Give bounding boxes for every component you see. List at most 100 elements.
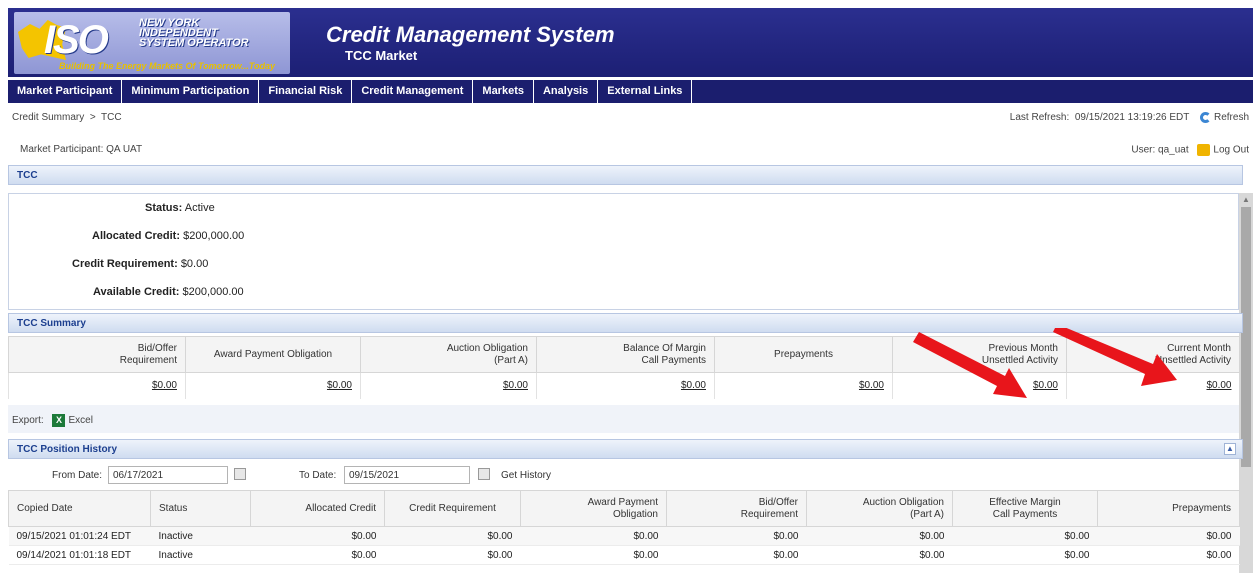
refresh-info: Last Refresh: 09/15/2021 13:19:26 EDT Re… [1010,112,1249,123]
logo-org-text: NEW YORK INDEPENDENT SYSTEM OPERATOR [139,17,249,49]
history-filters: From Date: 06/17/2021 To Date: 09/15/202… [8,462,1239,490]
breadcrumb-row: Credit Summary > TCC Last Refresh: 09/15… [8,106,1253,130]
to-date-input[interactable]: 09/15/2021 [344,466,470,484]
lock-icon[interactable] [1197,144,1211,156]
user-info: User: qa_uat Log Out [1131,144,1249,156]
col-prepayments[interactable]: Prepayments [714,336,893,373]
auction-obligation-link[interactable]: $0.00 [503,380,528,391]
from-date-label: From Date: [52,470,103,481]
col-status[interactable]: Status [150,490,251,527]
cell-copied-date: 09/15/2021 01:01:24 EDT [8,526,151,546]
logout-link[interactable]: Log Out [1213,145,1249,156]
tcc-position-history-header: TCC Position History ▲ [8,439,1243,459]
refresh-button[interactable]: Refresh [1214,112,1249,123]
nav-markets[interactable]: Markets [473,80,534,103]
cell-prepayments: $0.00 [1097,545,1240,565]
cell-credit-requirement: $0.00 [384,545,521,565]
allocated-credit-row: Allocated Credit: $200,000.00 [92,230,245,242]
credit-requirement-value: $0.00 [180,258,209,270]
prepayments-link[interactable]: $0.00 [859,380,884,391]
header-banner: ISO NEW YORK INDEPENDENT SYSTEM OPERATOR… [8,8,1253,77]
cell-status: Inactive [150,526,251,546]
last-refresh-time: 09/15/2021 13:19:26 EDT [1074,112,1190,124]
cell-allocated-credit: $0.00 [250,545,385,565]
cell-auction-obligation: $0.00 [806,526,953,546]
excel-icon[interactable]: X [52,414,66,427]
available-credit-row: Available Credit: $200,000.00 [93,286,244,298]
col-auction-obligation[interactable]: Auction Obligation (Part A) [806,490,953,527]
nav-external-links[interactable]: External Links [598,80,693,103]
scroll-up-icon[interactable]: ▲ [1242,195,1250,204]
cell-effective-margin: $0.00 [952,526,1098,546]
breadcrumb-current: TCC [101,112,122,123]
cell-award-payment: $0.00 [520,526,667,546]
nav-financial-risk[interactable]: Financial Risk [259,80,353,103]
cell-bid-offer: $0.00 [666,526,807,546]
refresh-icon[interactable] [1199,112,1211,123]
market-participant: Market Participant: QA UAT [20,144,142,155]
table-row[interactable]: 09/14/2021 01:01:18 EDT Inactive $0.00 $… [8,545,1240,565]
col-auction-obligation[interactable]: Auction Obligation (Part A) [360,336,537,373]
app-title: Credit Management System [326,22,615,47]
calendar-icon[interactable] [234,468,246,480]
export-excel-link[interactable]: Excel [68,415,92,426]
bid-offer-requirement-link[interactable]: $0.00 [152,380,177,391]
col-award-payment-obligation[interactable]: Award Payment Obligation [185,336,361,373]
user-label: User: [1131,144,1156,156]
credit-requirement-row: Credit Requirement: $0.00 [72,258,209,270]
nyiso-logo: ISO NEW YORK INDEPENDENT SYSTEM OPERATOR… [14,12,290,74]
award-payment-obligation-link[interactable]: $0.00 [327,380,352,391]
col-bid-offer-requirement[interactable]: Bid/Offer Requirement [666,490,807,527]
red-arrow-previous-month [913,332,1027,398]
logo-tagline: Building The Energy Markets Of Tomorrow.… [59,61,276,71]
user-value: qa_uat [1158,144,1189,156]
col-bid-offer-requirement[interactable]: Bid/Offer Requirement [8,336,186,373]
participant-row: Market Participant: QA UAT User: qa_uat … [8,140,1253,162]
available-credit-value: $200,000.00 [182,286,244,298]
export-label: Export: [12,415,44,427]
cell-auction-obligation: $0.00 [806,545,953,565]
breadcrumb: Credit Summary > TCC [12,112,122,123]
col-award-payment-obligation[interactable]: Award Payment Obligation [520,490,667,527]
logo-iso-text: ISO [44,18,109,62]
breadcrumb-credit-summary[interactable]: Credit Summary [12,112,84,123]
nav-market-participant[interactable]: Market Participant [8,80,123,103]
cell-effective-margin: $0.00 [952,545,1098,565]
col-balance-margin-call[interactable]: Balance Of Margin Call Payments [536,336,715,373]
col-effective-margin-call[interactable]: Effective Margin Call Payments [952,490,1098,527]
main-nav: Market Participant Minimum Participation… [8,80,1253,103]
cell-credit-requirement: $0.00 [384,526,521,546]
col-copied-date[interactable]: Copied Date [8,490,151,527]
status-value: Active [184,202,215,214]
history-table: Copied Date Status Allocated Credit Cred… [8,490,1240,565]
cell-copied-date: 09/14/2021 01:01:18 EDT [8,545,151,565]
red-arrow-current-month [1053,328,1177,386]
from-date-input[interactable]: 06/17/2021 [108,466,228,484]
calendar-icon[interactable] [478,468,490,480]
col-allocated-credit[interactable]: Allocated Credit [250,490,385,527]
get-history-button[interactable]: Get History [501,470,551,481]
nav-minimum-participation[interactable]: Minimum Participation [122,80,260,103]
col-prepayments[interactable]: Prepayments [1097,490,1240,527]
tcc-status-panel: Status: Active Allocated Credit: $200,00… [8,193,1239,310]
balance-margin-call-link[interactable]: $0.00 [681,380,706,391]
cell-prepayments: $0.00 [1097,526,1240,546]
breadcrumb-separator: > [89,112,96,123]
tcc-section-header: TCC [8,165,1243,185]
nav-analysis[interactable]: Analysis [534,80,599,103]
table-row[interactable]: 09/15/2021 01:01:24 EDT Inactive $0.00 $… [8,526,1240,546]
status-row: Status: Active [145,202,215,214]
collapse-icon[interactable]: ▲ [1224,443,1236,455]
market-participant-label: Market Participant: [20,144,104,155]
allocated-credit-value: $200,000.00 [183,230,245,242]
cell-award-payment: $0.00 [520,545,667,565]
col-credit-requirement[interactable]: Credit Requirement [384,490,521,527]
to-date-label: To Date: [299,470,337,481]
market-participant-value: QA UAT [106,144,143,155]
nav-credit-management[interactable]: Credit Management [352,80,474,103]
cell-bid-offer: $0.00 [666,545,807,565]
cell-allocated-credit: $0.00 [250,526,385,546]
export-row: Export: X Excel [8,405,1239,433]
cell-status: Inactive [150,545,251,565]
history-title: TCC Position History [17,444,118,455]
